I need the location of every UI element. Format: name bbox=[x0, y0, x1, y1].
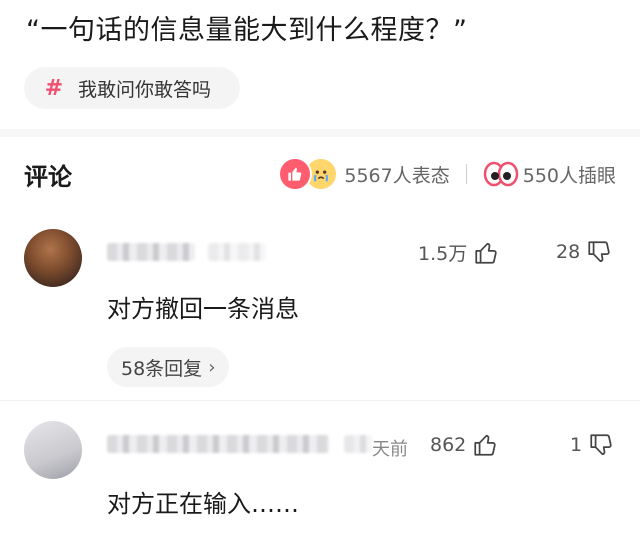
replies-button[interactable]: 58条回复 › bbox=[107, 347, 230, 387]
comment-separator bbox=[0, 400, 640, 401]
reaction-icons[interactable] bbox=[278, 157, 339, 191]
eye-pokes-count[interactable]: 550人插眼 bbox=[523, 161, 616, 188]
username-blurred[interactable] bbox=[107, 435, 329, 453]
stats-separator bbox=[465, 164, 467, 184]
chevron-right-icon: › bbox=[208, 356, 216, 378]
dislike-count: 1 bbox=[570, 434, 583, 456]
like-count: 1.5万 bbox=[418, 243, 468, 265]
dislike-count: 28 bbox=[556, 241, 581, 263]
hash-icon: # bbox=[44, 75, 64, 101]
username-blurred bbox=[208, 243, 266, 261]
reactions-count[interactable]: 5567人表态 bbox=[344, 161, 449, 188]
thumbs-down-icon bbox=[590, 434, 612, 456]
question-title: “一句话的信息量能大到什么程度？” bbox=[26, 15, 468, 46]
comments-title: 评论 bbox=[24, 163, 72, 191]
like-count: 862 bbox=[430, 434, 467, 456]
thumbs-down-icon bbox=[588, 241, 610, 263]
avatar[interactable] bbox=[24, 229, 82, 287]
eyes-icon bbox=[483, 160, 519, 188]
comment-stats: 5567人表态 550人插眼 bbox=[278, 156, 616, 192]
comment-text: 对方正在输入…… bbox=[107, 490, 299, 518]
section-divider bbox=[0, 129, 640, 137]
comment-like[interactable]: 1.5万 bbox=[418, 239, 499, 266]
avatar[interactable] bbox=[24, 421, 82, 479]
comment-dislike[interactable]: 28 bbox=[556, 239, 612, 265]
topic-label: 我敢问你敢答吗 bbox=[78, 78, 212, 101]
thumbs-up-icon bbox=[474, 434, 496, 456]
topic-chip[interactable]: # 我敢问你敢答吗 bbox=[24, 67, 240, 109]
username-blurred bbox=[344, 435, 372, 453]
comment-time: 天前 bbox=[372, 439, 408, 460]
username-blurred[interactable] bbox=[107, 243, 195, 261]
comment-like[interactable]: 862 bbox=[430, 432, 498, 458]
thumbs-up-icon bbox=[475, 242, 497, 264]
comment-dislike[interactable]: 1 bbox=[570, 432, 614, 458]
comment-text: 对方撤回一条消息 bbox=[107, 295, 299, 323]
like-icon bbox=[278, 157, 313, 191]
replies-count: 58条回复 bbox=[121, 357, 203, 380]
